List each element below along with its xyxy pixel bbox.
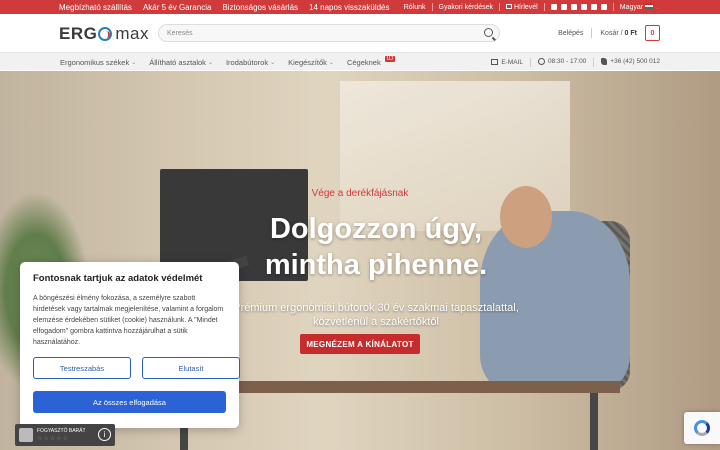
nav-item-ergonomic-chairs[interactable]: Ergonomikus székek ⌄ bbox=[60, 58, 136, 67]
divider bbox=[612, 3, 614, 11]
nav-item-label: Cégeknek bbox=[346, 57, 381, 67]
instagram-icon[interactable] bbox=[560, 4, 567, 10]
logo-text-max: max bbox=[115, 24, 149, 43]
cart-total: 0 Ft bbox=[624, 29, 637, 37]
search-placeholder: Keresés bbox=[167, 29, 193, 37]
hero-title: Dolgozzon úgy, mintha pihenne. bbox=[226, 211, 526, 283]
phone-link[interactable]: +36 (42) 500 012 bbox=[601, 58, 660, 66]
hours-label: 08:30 - 17:00 bbox=[547, 58, 587, 66]
contact-info: E-MAIL 08:30 - 17:00 +36 (42) 500 012 bbox=[491, 53, 660, 71]
hungary-flag-icon bbox=[645, 3, 654, 9]
badge-stars: ☆☆☆☆☆ bbox=[37, 436, 69, 442]
about-link[interactable]: Rólunk bbox=[404, 4, 426, 11]
login-link[interactable]: Belépés bbox=[558, 30, 583, 37]
site-header: ERG max Keresés Belépés Kosár / 0 Ft 0 bbox=[0, 14, 720, 52]
promo-returns: 14 napos visszaküldés bbox=[309, 2, 390, 12]
hero-subtitle: Vége a derékfájásnak bbox=[311, 188, 409, 199]
promo-warranty: Akár 5 év Garancia bbox=[142, 2, 212, 12]
top-links: Rólunk Gyakori kérdések Hírlevél Magyar … bbox=[404, 0, 660, 14]
hero-title-line: mintha pihenne. bbox=[264, 249, 488, 281]
promo-shipping: Megbízható szállítás bbox=[59, 2, 132, 12]
top-promo-bar: Megbízható szállítás Akár 5 év Garancia … bbox=[0, 0, 720, 14]
newsletter-label: Hírlevél bbox=[513, 3, 538, 11]
phone-icon bbox=[601, 58, 608, 66]
cart-separator: / bbox=[620, 29, 623, 37]
ergomax-logo[interactable]: ERG max bbox=[59, 24, 149, 44]
x-icon[interactable] bbox=[570, 4, 577, 10]
chevron-down-icon: ⌄ bbox=[131, 59, 137, 66]
divider bbox=[543, 3, 545, 11]
mail-icon bbox=[505, 4, 512, 10]
nav-item-office-furniture[interactable]: Irodabútorok ⌄ bbox=[226, 58, 275, 67]
recaptcha-icon bbox=[694, 420, 710, 436]
clock-icon bbox=[537, 58, 545, 66]
info-icon[interactable]: i bbox=[98, 428, 111, 441]
hero-title-line: Dolgozzon úgy, bbox=[269, 213, 483, 245]
cookie-title: Fontosnak tartjuk az adatok védelmét bbox=[33, 273, 203, 284]
email-label: E-MAIL bbox=[501, 58, 523, 66]
language-selector[interactable]: Magyar ⌄ bbox=[620, 3, 660, 11]
hero-description: Prémium ergonómiai bútorok 30 év szakmai… bbox=[226, 301, 526, 329]
divider bbox=[593, 57, 595, 67]
social-links bbox=[550, 4, 607, 10]
chevron-down-icon: ⌄ bbox=[328, 59, 334, 66]
hero-desc-line: közvetlenül a szakértőktől bbox=[313, 316, 439, 328]
search-input[interactable]: Keresés bbox=[158, 24, 500, 42]
divider bbox=[529, 57, 531, 67]
reject-button[interactable]: Elutasít bbox=[142, 357, 240, 379]
badge-text: FOGYASZTÓ BARÁT ☆☆☆☆☆ bbox=[37, 428, 86, 442]
nav-item-label: Állítható asztalok bbox=[149, 57, 206, 67]
chevron-down-icon: ⌄ bbox=[654, 5, 660, 11]
new-badge: ÚJ bbox=[384, 56, 395, 62]
badge-title: FOGYASZTÓ BARÁT bbox=[37, 428, 86, 434]
email-link[interactable]: E-MAIL bbox=[491, 59, 523, 66]
pinterest-icon[interactable] bbox=[590, 4, 597, 10]
nav-item-label: Irodabútorok bbox=[225, 57, 269, 67]
divider bbox=[431, 3, 433, 11]
cart-count-badge[interactable]: 0 bbox=[645, 25, 660, 41]
recaptcha-badge[interactable] bbox=[684, 412, 720, 444]
chevron-down-icon: ⌄ bbox=[270, 59, 276, 66]
chevron-down-icon: ⌄ bbox=[207, 59, 213, 66]
cookie-consent-dialog: Fontosnak tartjuk az adatok védelmét A b… bbox=[20, 262, 240, 428]
nav-item-adjustable-desks[interactable]: Állítható asztalok ⌄ bbox=[149, 58, 213, 67]
cart-label: Kosár bbox=[600, 29, 619, 37]
language-label: Magyar bbox=[619, 4, 644, 11]
logo-mark-icon bbox=[98, 27, 113, 41]
mail-icon bbox=[491, 58, 499, 65]
badge-logo-icon bbox=[19, 428, 33, 442]
divider bbox=[498, 3, 500, 11]
logo-text-erg: ERG bbox=[59, 24, 98, 43]
hero-desc-line: Prémium ergonómiai bútorok 30 év szakmai… bbox=[233, 302, 519, 314]
header-actions: Belépés Kosár / 0 Ft 0 bbox=[558, 24, 660, 42]
customize-button[interactable]: Testreszabás bbox=[33, 357, 131, 379]
nav-item-label: Kiegészítők bbox=[288, 57, 327, 67]
promo-secure: Biztonságos vásárlás bbox=[222, 2, 299, 12]
newsletter-link[interactable]: Hírlevél bbox=[505, 3, 538, 11]
linkedin-icon[interactable] bbox=[600, 4, 607, 10]
cookie-button-row: Testreszabás Elutasít bbox=[33, 357, 240, 379]
view-offer-button[interactable]: MEGNÉZEM A KÍNÁLATOT bbox=[300, 334, 420, 354]
nav-item-business[interactable]: Cégeknek ÚJ bbox=[346, 56, 395, 67]
cart-link[interactable]: Kosár / 0 Ft bbox=[600, 30, 637, 37]
nav-menu: Ergonomikus székek ⌄ Állítható asztalok ⌄ … bbox=[60, 53, 395, 71]
consumer-friendly-badge[interactable]: FOGYASZTÓ BARÁT ☆☆☆☆☆ i bbox=[15, 424, 115, 446]
faq-link[interactable]: Gyakori kérdések bbox=[439, 4, 493, 11]
accept-all-button[interactable]: Az összes elfogadása bbox=[33, 391, 226, 413]
opening-hours: 08:30 - 17:00 bbox=[537, 58, 587, 66]
search-icon[interactable] bbox=[484, 28, 493, 37]
promo-list: Megbízható szállítás Akár 5 év Garancia … bbox=[59, 0, 390, 14]
phone-label: +36 (42) 500 012 bbox=[610, 58, 660, 66]
nav-item-label: Ergonomikus székek bbox=[60, 57, 130, 67]
main-nav: Ergonomikus székek ⌄ Állítható asztalok ⌄ … bbox=[0, 52, 720, 70]
cookie-text: A böngészési élmény fokozása, a személyr… bbox=[33, 295, 224, 346]
divider bbox=[591, 28, 593, 38]
nav-item-accessories[interactable]: Kiegészítők ⌄ bbox=[288, 58, 334, 67]
facebook-icon[interactable] bbox=[550, 4, 557, 10]
youtube-icon[interactable] bbox=[580, 4, 587, 10]
